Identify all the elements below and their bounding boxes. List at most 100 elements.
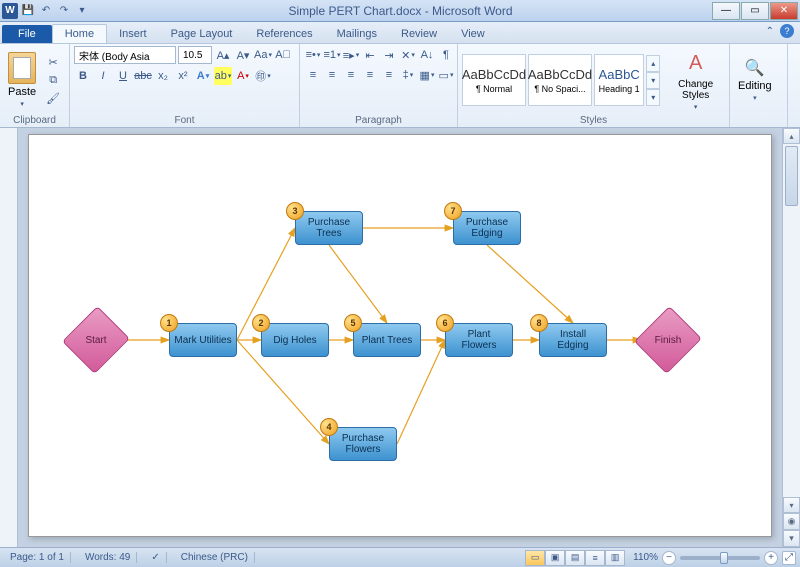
outline-view[interactable]: ≡ — [585, 550, 605, 566]
decrease-indent-icon[interactable]: ⇤ — [361, 46, 379, 64]
full-screen-view[interactable]: ▣ — [545, 550, 565, 566]
zoom-in-button[interactable]: + — [764, 551, 778, 565]
file-tab[interactable]: File — [2, 25, 52, 43]
bold-icon[interactable]: B — [74, 67, 92, 85]
font-name-select[interactable] — [74, 46, 176, 64]
minimize-button[interactable]: — — [712, 2, 740, 20]
change-styles-button[interactable]: A Change Styles ▾ — [666, 47, 725, 113]
help-icon[interactable]: ? — [780, 24, 794, 38]
pert-badge-n3: 3 — [286, 202, 304, 220]
pert-node-n5[interactable]: Plant Trees — [353, 323, 421, 357]
pert-node-n1[interactable]: Mark Utilities — [169, 323, 237, 357]
pert-node-n6[interactable]: Plant Flowers — [445, 323, 513, 357]
vertical-scrollbar[interactable]: ▴ ▾ ◉ ▾ — [782, 128, 800, 547]
strikethrough-icon[interactable]: abc — [134, 67, 152, 85]
pert-node-n7[interactable]: Purchase Edging — [453, 211, 521, 245]
superscript-icon[interactable]: x² — [174, 67, 192, 85]
pert-node-n3[interactable]: Purchase Trees — [295, 211, 363, 245]
save-icon[interactable]: 💾 — [20, 3, 36, 19]
next-page-icon[interactable]: ▾ — [783, 530, 800, 547]
multilevel-list-icon[interactable]: ≡▸ — [342, 46, 360, 64]
tab-home[interactable]: Home — [52, 24, 107, 43]
redo-icon[interactable]: ↷ — [56, 3, 72, 19]
sort-icon[interactable]: A↓ — [418, 46, 436, 64]
shading-icon[interactable]: ▦ — [418, 66, 436, 84]
scrollbar-thumb[interactable] — [785, 146, 798, 206]
previous-page-icon[interactable]: ◉ — [783, 513, 800, 530]
font-size-select[interactable] — [178, 46, 212, 64]
status-page[interactable]: Page: 1 of 1 — [4, 552, 71, 563]
web-layout-view[interactable]: ▤ — [565, 550, 585, 566]
shrink-font-icon[interactable]: A▾ — [234, 46, 252, 64]
font-color-icon[interactable]: A — [234, 67, 252, 85]
maximize-button[interactable]: ▭ — [741, 2, 769, 20]
highlight-icon[interactable]: ab — [214, 67, 232, 85]
group-label-styles: Styles — [462, 114, 725, 127]
style-normal[interactable]: AaBbCcDd ¶ Normal — [462, 54, 526, 106]
close-button[interactable]: ✕ — [770, 2, 798, 20]
styles-expand[interactable]: ▾ — [646, 89, 660, 106]
zoom-slider[interactable] — [680, 556, 760, 560]
vertical-ruler[interactable] — [0, 128, 18, 547]
zoom-level[interactable]: 110% — [633, 552, 658, 563]
style-heading1[interactable]: AaBbC Heading 1 — [594, 54, 644, 106]
cut-icon[interactable]: ✂ — [44, 54, 62, 70]
styles-scroll-up[interactable]: ▴ — [646, 55, 660, 72]
line-spacing-icon[interactable]: ‡ — [399, 66, 417, 84]
pert-node-n4[interactable]: Purchase Flowers — [329, 427, 397, 461]
status-language[interactable]: Chinese (PRC) — [175, 552, 255, 563]
scroll-up-icon[interactable]: ▴ — [783, 128, 800, 144]
status-words[interactable]: Words: 49 — [79, 552, 137, 563]
justify-icon[interactable]: ≡ — [361, 66, 379, 84]
title-bar: W 💾 ↶ ↷ ▾ Simple PERT Chart.docx - Micro… — [0, 0, 800, 22]
subscript-icon[interactable]: x₂ — [154, 67, 172, 85]
distributed-icon[interactable]: ≡ — [380, 66, 398, 84]
undo-icon[interactable]: ↶ — [38, 3, 54, 19]
tab-mailings[interactable]: Mailings — [325, 25, 389, 43]
tab-review[interactable]: Review — [389, 25, 449, 43]
pert-node-finish[interactable]: Finish — [641, 313, 695, 367]
bullets-icon[interactable]: ≡• — [304, 46, 322, 64]
chevron-down-icon: ▾ — [20, 100, 24, 108]
zoom-slider-thumb[interactable] — [720, 552, 728, 564]
tab-references[interactable]: References — [244, 25, 324, 43]
styles-scroll-down[interactable]: ▾ — [646, 72, 660, 89]
pert-node-n2[interactable]: Dig Holes — [261, 323, 329, 357]
paste-button[interactable]: Paste ▾ — [4, 50, 40, 110]
pert-node-start[interactable]: Start — [69, 313, 123, 367]
editing-button[interactable]: 🔍 Editing ▾ — [734, 56, 776, 104]
numbering-icon[interactable]: ≡1 — [323, 46, 341, 64]
page[interactable]: StartMark Utilities1Dig Holes2Purchase T… — [28, 134, 772, 537]
borders-icon[interactable]: ▭ — [437, 66, 455, 84]
increase-indent-icon[interactable]: ⇥ — [380, 46, 398, 64]
zoom-fit-button[interactable]: ⤢ — [782, 551, 796, 565]
text-effects-icon[interactable]: A — [194, 67, 212, 85]
tab-page-layout[interactable]: Page Layout — [159, 25, 245, 43]
paste-icon — [8, 52, 36, 84]
grow-font-icon[interactable]: A▴ — [214, 46, 232, 64]
align-left-icon[interactable]: ≡ — [304, 66, 322, 84]
tab-view[interactable]: View — [449, 25, 497, 43]
show-marks-icon[interactable]: ¶ — [437, 46, 455, 64]
minimize-ribbon-icon[interactable]: ⌃ — [766, 26, 774, 37]
asian-layout-icon[interactable]: ✕ — [399, 46, 417, 64]
change-case-icon[interactable]: Aa — [254, 46, 272, 64]
clear-formatting-icon[interactable]: A⃠ — [274, 46, 292, 64]
style-no-spacing[interactable]: AaBbCcDd ¶ No Spaci... — [528, 54, 592, 106]
align-right-icon[interactable]: ≡ — [342, 66, 360, 84]
group-label-clipboard: Clipboard — [4, 114, 65, 127]
print-layout-view[interactable]: ▭ — [525, 550, 545, 566]
draft-view[interactable]: ▥ — [605, 550, 625, 566]
enclose-characters-icon[interactable]: ㊞ — [254, 67, 272, 85]
qat-customize-icon[interactable]: ▾ — [74, 3, 90, 19]
underline-icon[interactable]: U — [114, 67, 132, 85]
italic-icon[interactable]: I — [94, 67, 112, 85]
align-center-icon[interactable]: ≡ — [323, 66, 341, 84]
format-painter-icon[interactable]: 🖌 — [44, 90, 62, 106]
tab-insert[interactable]: Insert — [107, 25, 159, 43]
pert-node-n8[interactable]: Install Edging — [539, 323, 607, 357]
zoom-out-button[interactable]: − — [662, 551, 676, 565]
scroll-down-icon[interactable]: ▾ — [783, 497, 800, 513]
copy-icon[interactable]: ⧉ — [44, 72, 62, 88]
status-proofing-icon[interactable]: ✓ — [145, 552, 166, 563]
